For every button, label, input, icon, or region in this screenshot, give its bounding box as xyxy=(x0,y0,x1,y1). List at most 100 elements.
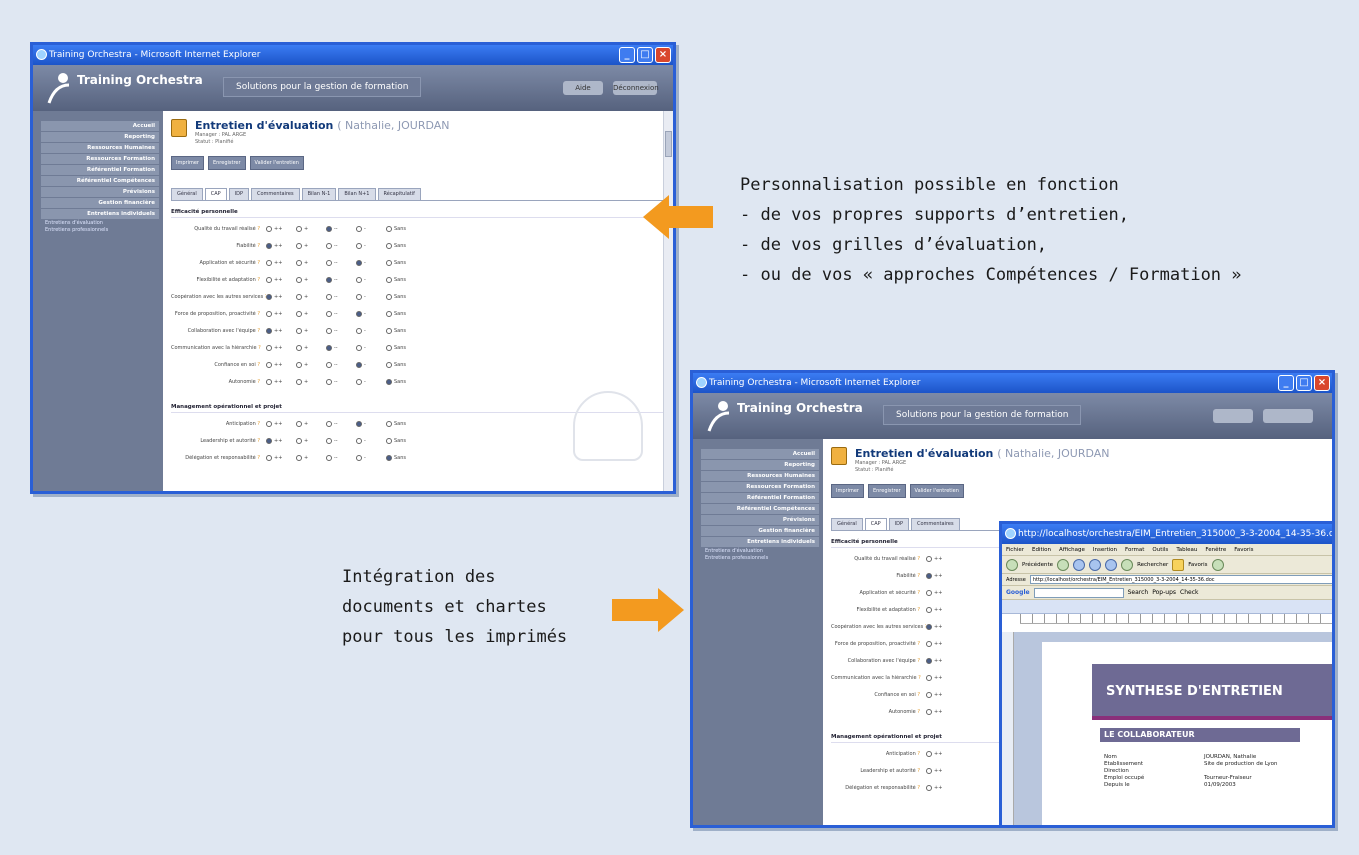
menu-fichier[interactable]: Fichier xyxy=(1006,544,1024,555)
sidebar-item-referentiel-competences[interactable]: Référentiel Compétences xyxy=(41,176,159,187)
radio-button[interactable] xyxy=(266,437,272,444)
rating-option[interactable]: - xyxy=(356,242,386,249)
radio-button[interactable] xyxy=(926,572,932,579)
rating-option[interactable]: ++ xyxy=(266,378,296,385)
radio-button[interactable] xyxy=(326,361,332,368)
rating-option[interactable]: ++ xyxy=(266,327,296,334)
radio-button[interactable] xyxy=(266,378,272,385)
rating-option[interactable]: -- xyxy=(326,327,356,334)
rating-option[interactable]: + xyxy=(296,344,326,351)
rating-option[interactable]: ++ xyxy=(926,674,956,681)
menu-affichage[interactable]: Affichage xyxy=(1059,544,1085,555)
minimize-icon[interactable]: _ xyxy=(619,47,635,63)
help-icon[interactable]: ? xyxy=(916,692,920,698)
rating-option[interactable]: Sans xyxy=(386,293,416,300)
radio-button[interactable] xyxy=(926,555,932,562)
radio-button[interactable] xyxy=(386,259,392,266)
rating-option[interactable]: ++ xyxy=(266,310,296,317)
rating-option[interactable]: + xyxy=(296,225,326,232)
radio-button[interactable] xyxy=(296,225,302,232)
help-icon[interactable]: ? xyxy=(916,573,920,579)
validate-button[interactable]: Valider l'entretien xyxy=(249,156,304,170)
help-icon[interactable]: ? xyxy=(916,658,920,664)
radio-button[interactable] xyxy=(386,420,392,427)
help-icon[interactable]: ? xyxy=(916,607,920,613)
rating-option[interactable]: Sans xyxy=(386,454,416,461)
sidebar-item-entretiens[interactable]: Entretiens individuels xyxy=(41,209,159,220)
tab-commentaires[interactable]: Commentaires xyxy=(911,518,960,530)
menu-insertion[interactable]: Insertion xyxy=(1093,544,1117,555)
rating-option[interactable]: -- xyxy=(326,242,356,249)
rating-option[interactable]: + xyxy=(296,437,326,444)
rating-option[interactable]: -- xyxy=(326,437,356,444)
rating-option[interactable]: ++ xyxy=(266,276,296,283)
help-button[interactable]: Aide xyxy=(563,81,603,95)
sidebar-item-ressources-formation[interactable]: Ressources Formation xyxy=(41,154,159,165)
radio-button[interactable] xyxy=(266,344,272,351)
radio-button[interactable] xyxy=(266,293,272,300)
radio-button[interactable] xyxy=(326,310,332,317)
minimize-icon[interactable]: _ xyxy=(1278,375,1294,391)
radio-button[interactable] xyxy=(356,454,362,461)
radio-button[interactable] xyxy=(386,293,392,300)
word-titlebar[interactable]: http://localhost/orchestra/EIM_Entretien… xyxy=(1002,524,1332,544)
rating-option[interactable]: Sans xyxy=(386,225,416,232)
window-titlebar[interactable]: Training Orchestra - Microsoft Internet … xyxy=(693,373,1332,393)
radio-button[interactable] xyxy=(266,310,272,317)
radio-button[interactable] xyxy=(326,420,332,427)
sidebar-subitem-evaluation[interactable]: Entretiens d'évaluation xyxy=(41,220,159,227)
close-icon[interactable]: × xyxy=(1314,375,1330,391)
rating-option[interactable]: + xyxy=(296,293,326,300)
radio-button[interactable] xyxy=(296,259,302,266)
google-search-input[interactable] xyxy=(1033,587,1124,598)
radio-button[interactable] xyxy=(386,454,392,461)
radio-button[interactable] xyxy=(296,327,302,334)
refresh-icon[interactable] xyxy=(1089,558,1102,571)
sidebar-item-accueil[interactable]: Accueil xyxy=(701,449,819,460)
rating-option[interactable]: + xyxy=(296,327,326,334)
sidebar-item-ressources-humaines[interactable]: Ressources Humaines xyxy=(41,143,159,154)
rating-option[interactable]: - xyxy=(356,293,386,300)
search-icon[interactable] xyxy=(1121,558,1134,571)
radio-button[interactable] xyxy=(926,606,932,613)
radio-button[interactable] xyxy=(386,344,392,351)
rating-option[interactable]: + xyxy=(296,378,326,385)
radio-button[interactable] xyxy=(296,310,302,317)
google-check-button[interactable]: Check xyxy=(1180,589,1198,596)
rating-option[interactable]: Sans xyxy=(386,259,416,266)
radio-button[interactable] xyxy=(326,454,332,461)
rating-option[interactable]: -- xyxy=(326,361,356,368)
rating-option[interactable]: ++ xyxy=(926,589,956,596)
rating-option[interactable]: -- xyxy=(326,454,356,461)
radio-button[interactable] xyxy=(356,420,362,427)
help-icon[interactable]: ? xyxy=(916,751,920,757)
radio-button[interactable] xyxy=(926,708,932,715)
rating-option[interactable]: - xyxy=(356,344,386,351)
radio-button[interactable] xyxy=(266,259,272,266)
home-icon[interactable] xyxy=(1105,558,1118,571)
radio-button[interactable] xyxy=(356,225,362,232)
radio-button[interactable] xyxy=(356,242,362,249)
radio-button[interactable] xyxy=(386,310,392,317)
rating-option[interactable]: ++ xyxy=(266,344,296,351)
tab-commentaires[interactable]: Commentaires xyxy=(251,188,300,200)
rating-option[interactable]: Sans xyxy=(386,420,416,427)
rating-option[interactable]: ++ xyxy=(926,555,956,562)
rating-option[interactable]: - xyxy=(356,310,386,317)
rating-option[interactable]: ++ xyxy=(926,572,956,579)
radio-button[interactable] xyxy=(926,623,932,630)
help-icon[interactable]: ? xyxy=(916,785,920,791)
radio-button[interactable] xyxy=(926,640,932,647)
radio-button[interactable] xyxy=(356,344,362,351)
rating-option[interactable]: - xyxy=(356,327,386,334)
radio-button[interactable] xyxy=(266,361,272,368)
radio-button[interactable] xyxy=(356,293,362,300)
rating-option[interactable]: -- xyxy=(326,420,356,427)
sidebar-item-reporting[interactable]: Reporting xyxy=(41,132,159,143)
rating-option[interactable]: -- xyxy=(326,259,356,266)
sidebar-item-previsions[interactable]: Prévisions xyxy=(701,515,819,526)
rating-option[interactable]: ++ xyxy=(926,606,956,613)
radio-button[interactable] xyxy=(386,276,392,283)
rating-option[interactable]: ++ xyxy=(926,691,956,698)
radio-button[interactable] xyxy=(296,378,302,385)
